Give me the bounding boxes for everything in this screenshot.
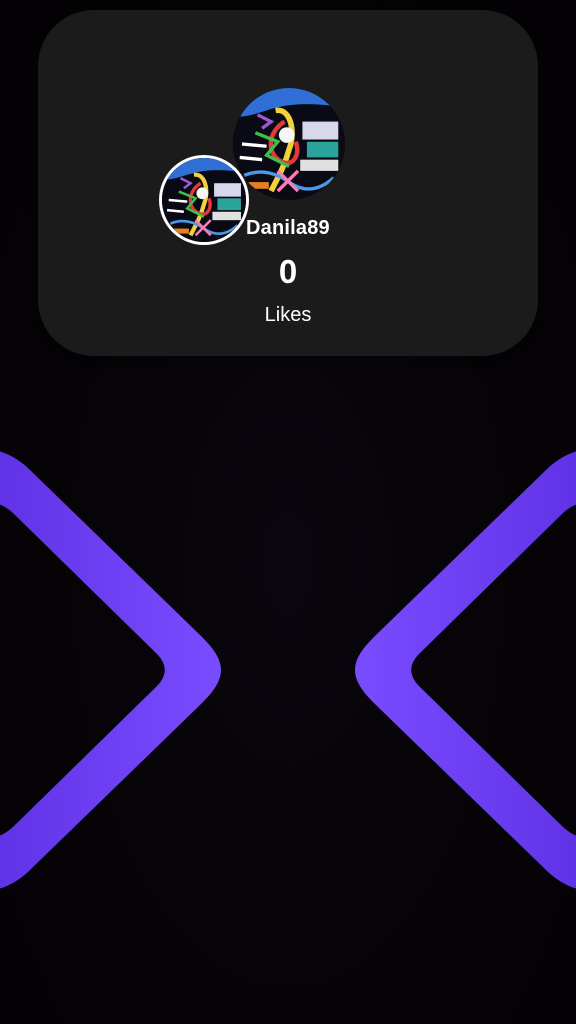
likes-count: 0 [278,253,298,290]
previous-button[interactable] [0,430,240,910]
screen: Danila89 0 Likes [0,0,576,1024]
next-button[interactable] [336,430,576,910]
profile-avatar-small[interactable] [159,155,249,245]
chevron-right-icon [355,451,576,889]
profile-avatar-large[interactable] [233,88,345,200]
likes-label: Likes [264,304,312,326]
username[interactable]: Danila89 [246,217,330,240]
avatar-artwork [233,88,345,200]
avatar-artwork [162,158,246,242]
chevron-left-icon [0,451,221,889]
